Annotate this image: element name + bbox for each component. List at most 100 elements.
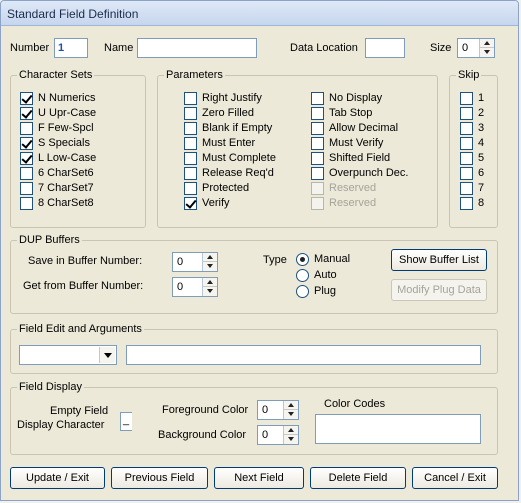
skip-group: Skip 1 2 3 4 5 6 7 8 — [449, 69, 498, 228]
skip-1-label: 1 — [478, 92, 485, 104]
parameters-group: Parameters Right Justify Zero Filled Blank… — [157, 69, 438, 228]
dup-buffers-group: DUP Buffers Save in Buffer Number: 0 Get… — [10, 234, 498, 314]
param-right-5-label: Shifted Field — [329, 152, 391, 164]
skip-7-checkbox[interactable] — [460, 182, 473, 195]
delete-field-button[interactable]: Delete Field — [310, 467, 406, 489]
character-sets-group: Character Sets N Numerics U Upr-Case F Few… — [10, 69, 146, 228]
number-label: Number — [10, 42, 50, 54]
param-left-4-checkbox[interactable] — [184, 137, 197, 150]
save-buffer-down-arrow-icon[interactable] — [203, 262, 217, 271]
charset-8-checkbox[interactable] — [20, 197, 33, 210]
param-left-5-label: Must Complete — [202, 152, 276, 164]
charset-1-label: N Numerics — [38, 92, 96, 104]
field-edit-group: Field Edit and Arguments — [10, 323, 498, 374]
skip-8-label: 8 — [478, 197, 485, 209]
skip-1-checkbox[interactable] — [460, 92, 473, 105]
type-plug-label: Plug — [314, 285, 337, 297]
background-color-label: Background Color — [158, 429, 247, 441]
param-right-5-checkbox[interactable] — [311, 152, 324, 165]
param-right-8-checkbox — [311, 197, 324, 210]
charset-2-checkbox[interactable] — [20, 107, 33, 120]
parameters-legend: Parameters — [164, 69, 225, 82]
skip-6-label: 6 — [478, 167, 485, 179]
param-left-8-checkbox[interactable] — [184, 197, 197, 210]
skip-3-checkbox[interactable] — [460, 122, 473, 135]
type-manual-radio[interactable] — [296, 253, 309, 266]
skip-2-checkbox[interactable] — [460, 107, 473, 120]
param-right-7-label: Reserved — [329, 182, 377, 194]
param-left-2-checkbox[interactable] — [184, 107, 197, 120]
charset-4-checkbox[interactable] — [20, 137, 33, 150]
save-buffer-label: Save in Buffer Number: — [28, 255, 143, 267]
window-title: Standard Field Definition — [7, 7, 139, 21]
param-left-1-checkbox[interactable] — [184, 92, 197, 105]
update-exit-button[interactable]: Update / Exit — [10, 467, 105, 489]
skip-5-checkbox[interactable] — [460, 152, 473, 165]
foreground-up-arrow-icon[interactable] — [284, 401, 298, 410]
save-buffer-spinner[interactable]: 0 — [172, 252, 218, 272]
param-left-3-checkbox[interactable] — [184, 122, 197, 135]
param-right-7-checkbox — [311, 182, 324, 195]
type-auto-radio[interactable] — [296, 269, 309, 282]
get-buffer-label: Get from Buffer Number: — [23, 280, 144, 292]
title-bar[interactable]: Standard Field Definition — [1, 1, 518, 26]
skip-7-label: 7 — [478, 182, 485, 194]
charset-7-checkbox[interactable] — [20, 182, 33, 195]
type-label: Type — [263, 254, 287, 266]
data-location-field[interactable] — [365, 38, 405, 58]
background-color-spinner[interactable]: 0 — [257, 425, 299, 445]
charset-6-checkbox[interactable] — [20, 167, 33, 180]
param-right-2-label: Tab Stop — [329, 107, 373, 119]
skip-2-label: 2 — [478, 107, 485, 119]
size-spinner[interactable]: 0 — [457, 38, 495, 58]
character-sets-legend: Character Sets — [17, 69, 95, 82]
charset-2-label: U Upr-Case — [38, 107, 97, 119]
get-buffer-down-arrow-icon[interactable] — [203, 287, 217, 296]
param-left-8-label: Verify — [202, 197, 230, 209]
skip-6-checkbox[interactable] — [460, 167, 473, 180]
charset-5-checkbox[interactable] — [20, 152, 33, 165]
name-field[interactable] — [137, 38, 257, 58]
previous-field-button[interactable]: Previous Field — [111, 467, 208, 489]
cancel-exit-button[interactable]: Cancel / Exit — [412, 467, 498, 489]
type-plug-radio[interactable] — [296, 285, 309, 298]
empty-char-field[interactable]: _ — [120, 412, 132, 431]
param-left-6-checkbox[interactable] — [184, 167, 197, 180]
background-up-arrow-icon[interactable] — [284, 426, 298, 435]
get-buffer-up-arrow-icon[interactable] — [203, 278, 217, 287]
charset-1-checkbox[interactable] — [20, 92, 33, 105]
param-right-8-label: Reserved — [329, 197, 377, 209]
param-right-4-label: Must Verify — [329, 137, 384, 149]
charset-5-label: L Low-Case — [38, 152, 97, 164]
field-arguments-input[interactable] — [126, 345, 481, 365]
show-buffer-list-button[interactable]: Show Buffer List — [391, 249, 487, 271]
next-field-button[interactable]: Next Field — [214, 467, 304, 489]
param-right-1-checkbox[interactable] — [311, 92, 324, 105]
foreground-down-arrow-icon[interactable] — [284, 410, 298, 419]
param-right-4-checkbox[interactable] — [311, 137, 324, 150]
foreground-color-spinner[interactable]: 0 — [257, 400, 299, 420]
field-edit-combo[interactable] — [19, 345, 117, 365]
param-right-3-checkbox[interactable] — [311, 122, 324, 135]
skip-4-label: 4 — [478, 137, 485, 149]
get-buffer-spinner[interactable]: 0 — [172, 277, 218, 297]
size-up-arrow-icon[interactable] — [480, 39, 494, 48]
skip-8-checkbox[interactable] — [460, 197, 473, 210]
skip-4-checkbox[interactable] — [460, 137, 473, 150]
foreground-color-label: Foreground Color — [162, 404, 249, 416]
field-display-legend: Field Display — [17, 381, 84, 394]
size-down-arrow-icon[interactable] — [480, 48, 494, 57]
param-right-2-checkbox[interactable] — [311, 107, 324, 120]
param-left-5-checkbox[interactable] — [184, 152, 197, 165]
param-left-7-checkbox[interactable] — [184, 182, 197, 195]
charset-3-checkbox[interactable] — [20, 122, 33, 135]
param-right-6-checkbox[interactable] — [311, 167, 324, 180]
save-buffer-up-arrow-icon[interactable] — [203, 253, 217, 262]
param-right-1-label: No Display — [329, 92, 383, 104]
param-left-6-label: Release Req'd — [202, 167, 274, 179]
dropdown-arrow-icon[interactable] — [99, 347, 115, 363]
color-codes-label: Color Codes — [324, 398, 386, 410]
number-field[interactable]: 1 — [54, 38, 88, 58]
param-left-1-label: Right Justify — [202, 92, 262, 104]
background-down-arrow-icon[interactable] — [284, 435, 298, 444]
